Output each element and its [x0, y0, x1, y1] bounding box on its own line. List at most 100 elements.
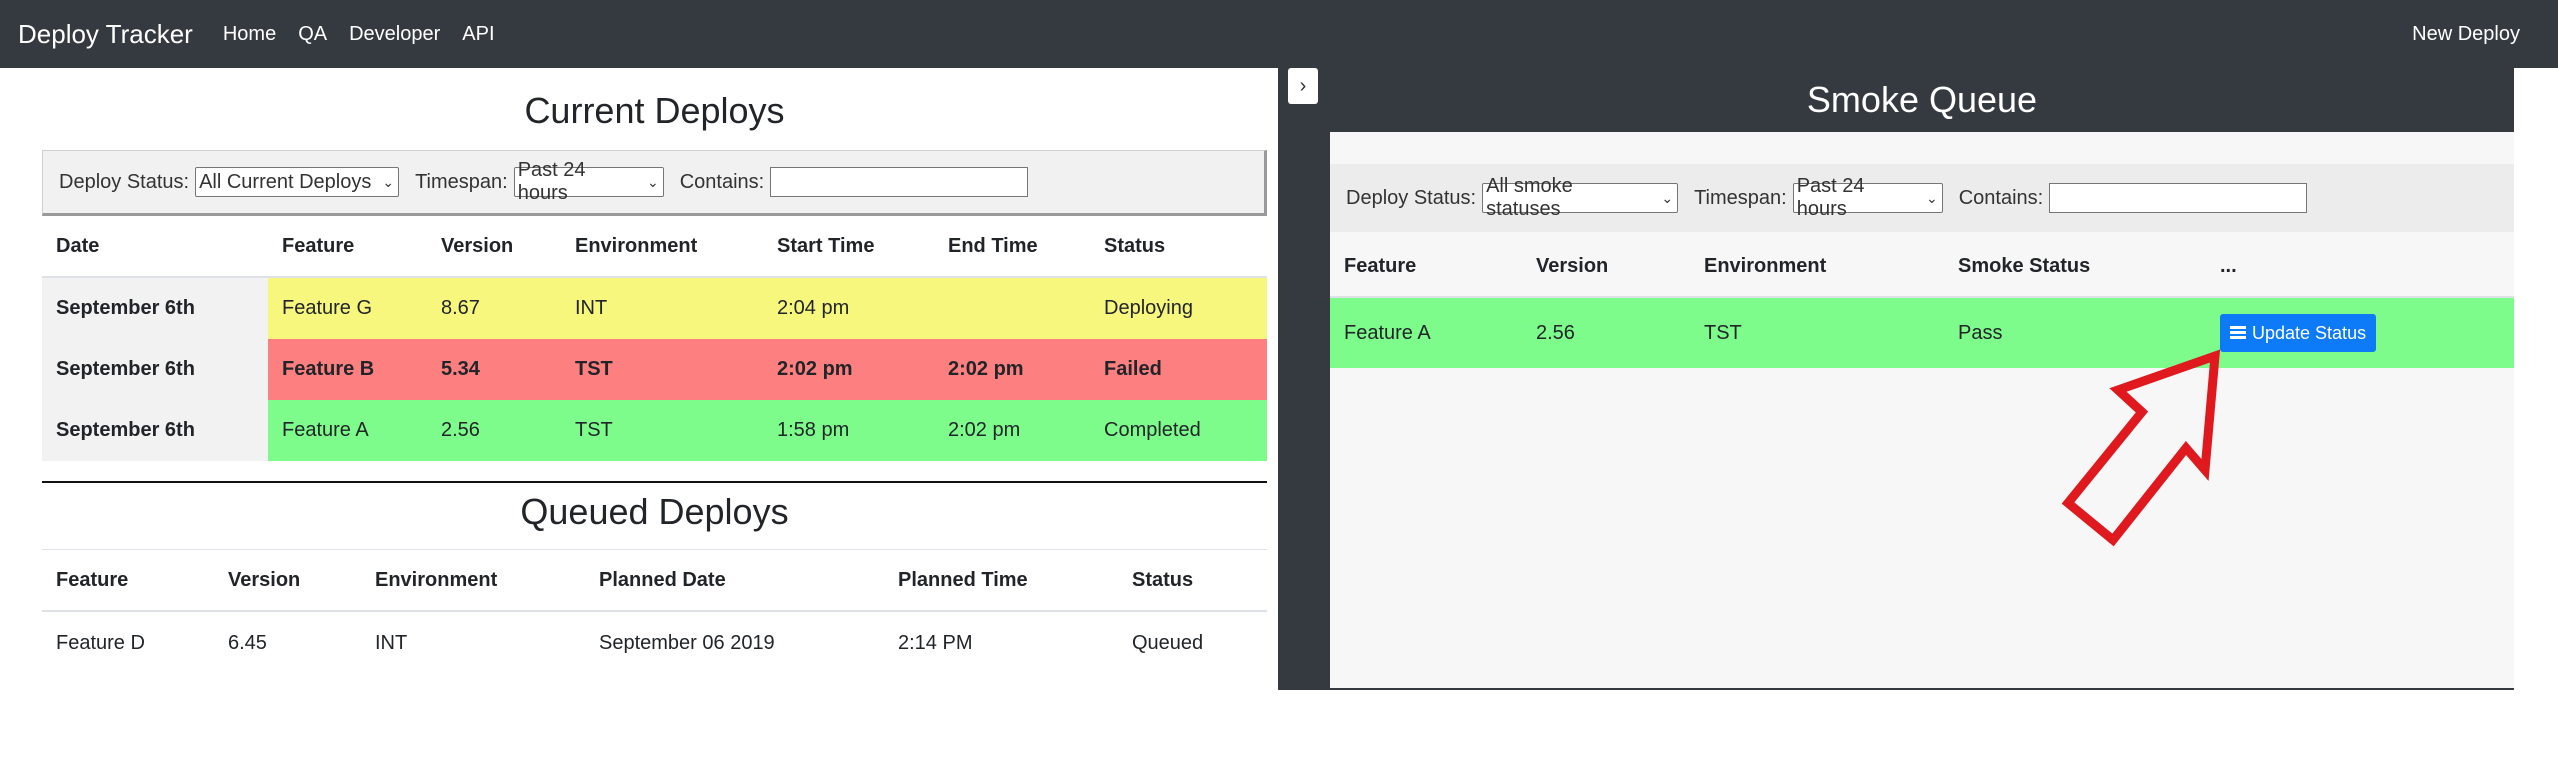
version-cell: 2.56 — [427, 400, 561, 461]
smoke-timespan-label: Timespan: — [1694, 186, 1787, 209]
list-icon — [2230, 326, 2246, 339]
version-cell: 5.34 — [427, 339, 561, 400]
update-status-button[interactable]: Update Status — [2220, 314, 2377, 352]
smoke-queue-title: Smoke Queue — [1806, 79, 2038, 120]
smoke-queue-body: Deploy Status: All smoke statuses ⌄ Time… — [1330, 132, 2514, 688]
end-time-cell: 2:02 pm — [934, 339, 1090, 400]
feature-cell: Feature A — [1330, 297, 1522, 368]
date-cell: September 6th — [42, 400, 268, 461]
end-time-cell: 2:02 pm — [934, 400, 1090, 461]
column-header[interactable]: ... — [2206, 236, 2514, 298]
status-cell: Failed — [1090, 339, 1267, 400]
nav-link-developer[interactable]: Developer — [349, 23, 440, 46]
action-cell: Update Status — [2206, 297, 2514, 368]
update-status-label: Update Status — [2252, 322, 2367, 343]
contains-input[interactable] — [770, 167, 1029, 197]
nav-link-qa[interactable]: QA — [298, 23, 327, 46]
date-cell: September 6th — [42, 339, 268, 400]
smoke-queue-table: Feature Version Environment Smoke Status… — [1330, 236, 2514, 368]
column-header[interactable]: Date — [42, 216, 268, 278]
smoke-deploy-status-label: Deploy Status: — [1346, 186, 1477, 209]
table-row[interactable]: Feature A 2.56 TST Pass Update Status — [1330, 297, 2514, 368]
status-cell: Completed — [1090, 400, 1267, 461]
feature-cell: Feature A — [268, 400, 427, 461]
contains-label: Contains: — [679, 170, 765, 193]
planned-time-cell: 2:14 PM — [898, 631, 973, 654]
table-row[interactable]: September 6th Feature G 8.67 INT 2:04 pm… — [42, 277, 1267, 339]
chevron-right-icon: › — [1299, 74, 1307, 97]
smoke-status-select[interactable]: All smoke statuses ⌄ — [1482, 175, 1679, 220]
version-cell: 6.45 — [228, 631, 267, 654]
column-header[interactable]: Version — [427, 216, 561, 278]
start-time-cell: 2:02 pm — [763, 339, 934, 400]
table-header-row: Feature Version Environment Planned Date… — [42, 550, 1267, 612]
feature-cell: Feature D — [56, 631, 145, 654]
chevron-down-icon: ⌄ — [1925, 189, 1938, 206]
current-deploys-title: Current Deploys — [524, 90, 785, 131]
date-cell: September 6th — [42, 277, 268, 339]
left-column: Current Deploys Deploy Status: All Curre… — [42, 68, 1267, 674]
deploy-status-select[interactable]: All Current Deploys ⌄ — [195, 167, 400, 197]
timespan-label: Timespan: — [415, 170, 508, 193]
feature-cell: Feature G — [268, 277, 427, 339]
smoke-filter-bar: Deploy Status: All smoke statuses ⌄ Time… — [1330, 164, 2514, 232]
status-cell: Queued — [1132, 631, 1204, 654]
chevron-down-icon: ⌄ — [1661, 189, 1674, 206]
feature-cell: Feature B — [268, 339, 427, 400]
table-row[interactable]: September 6th Feature A 2.56 TST 1:58 pm… — [42, 400, 1267, 461]
nav-link-api[interactable]: API — [462, 23, 494, 46]
current-filter-bar: Deploy Status: All Current Deploys ⌄ Tim… — [42, 150, 1267, 216]
column-header[interactable]: Version — [1522, 236, 1690, 298]
column-header[interactable]: Environment — [561, 216, 763, 278]
column-header[interactable]: Environment — [1690, 236, 1944, 298]
smoke-contains-label: Contains: — [1958, 186, 2044, 209]
column-header[interactable]: Smoke Status — [1944, 236, 2206, 298]
smoke-contains-input[interactable] — [2049, 183, 2308, 213]
nav-link-home[interactable]: Home — [223, 23, 276, 46]
table-header-row: Feature Version Environment Smoke Status… — [1330, 236, 2514, 298]
start-time-cell: 1:58 pm — [763, 400, 934, 461]
chevron-down-icon: ⌄ — [646, 173, 659, 190]
column-header[interactable]: End Time — [934, 216, 1090, 278]
version-cell: 8.67 — [427, 277, 561, 339]
queued-deploys-table: Feature Version Environment Planned Date… — [42, 550, 1267, 674]
column-header[interactable]: Status — [1090, 216, 1267, 278]
column-header[interactable]: Feature — [42, 550, 214, 612]
column-header[interactable]: Start Time — [763, 216, 934, 278]
environment-cell: INT — [375, 631, 408, 654]
column-header[interactable]: Feature — [1330, 236, 1522, 298]
smoke-timespan-value: Past 24 hours — [1796, 175, 1865, 220]
environment-cell: TST — [1690, 297, 1944, 368]
column-header[interactable]: Planned Date — [585, 550, 884, 612]
environment-cell: INT — [561, 277, 763, 339]
timespan-value: Past 24 hours — [517, 159, 586, 204]
brand-link[interactable]: Deploy Tracker — [18, 19, 193, 50]
environment-cell: TST — [561, 339, 763, 400]
queued-deploys-title: Queued Deploys — [42, 483, 1267, 550]
table-header-row: Date Feature Version Environment Start T… — [42, 216, 1267, 278]
column-header[interactable]: Environment — [361, 550, 585, 612]
annotation-arrow-icon — [2061, 349, 2221, 547]
environment-cell: TST — [561, 400, 763, 461]
end-time-cell — [934, 277, 1090, 339]
start-time-cell: 2:04 pm — [763, 277, 934, 339]
deploy-status-value: All Current Deploys — [199, 170, 372, 193]
table-row[interactable]: September 6th Feature B 5.34 TST 2:02 pm… — [42, 339, 1267, 400]
column-header[interactable]: Planned Time — [884, 550, 1118, 612]
version-cell: 2.56 — [1522, 297, 1690, 368]
column-header[interactable]: Version — [214, 550, 361, 612]
table-row[interactable]: Feature D 6.45 INT September 06 2019 2:1… — [42, 611, 1267, 674]
panel-toggle-button[interactable]: › — [1288, 68, 1318, 104]
planned-date-cell: September 06 2019 — [599, 631, 775, 654]
chevron-down-icon: ⌄ — [382, 173, 395, 190]
timespan-select[interactable]: Past 24 hours ⌄ — [513, 159, 664, 204]
new-deploy-link[interactable]: New Deploy — [2412, 23, 2520, 46]
current-deploys-table: Date Feature Version Environment Start T… — [42, 216, 1267, 461]
smoke-timespan-select[interactable]: Past 24 hours ⌄ — [1792, 175, 1943, 220]
status-cell: Deploying — [1090, 277, 1267, 339]
column-header[interactable]: Status — [1118, 550, 1267, 612]
column-header[interactable]: Feature — [268, 216, 427, 278]
smoke-status-value: All smoke statuses — [1486, 175, 1573, 220]
deploy-status-label: Deploy Status: — [59, 170, 190, 193]
navbar: Deploy Tracker Home QA Developer API New… — [0, 0, 2558, 68]
